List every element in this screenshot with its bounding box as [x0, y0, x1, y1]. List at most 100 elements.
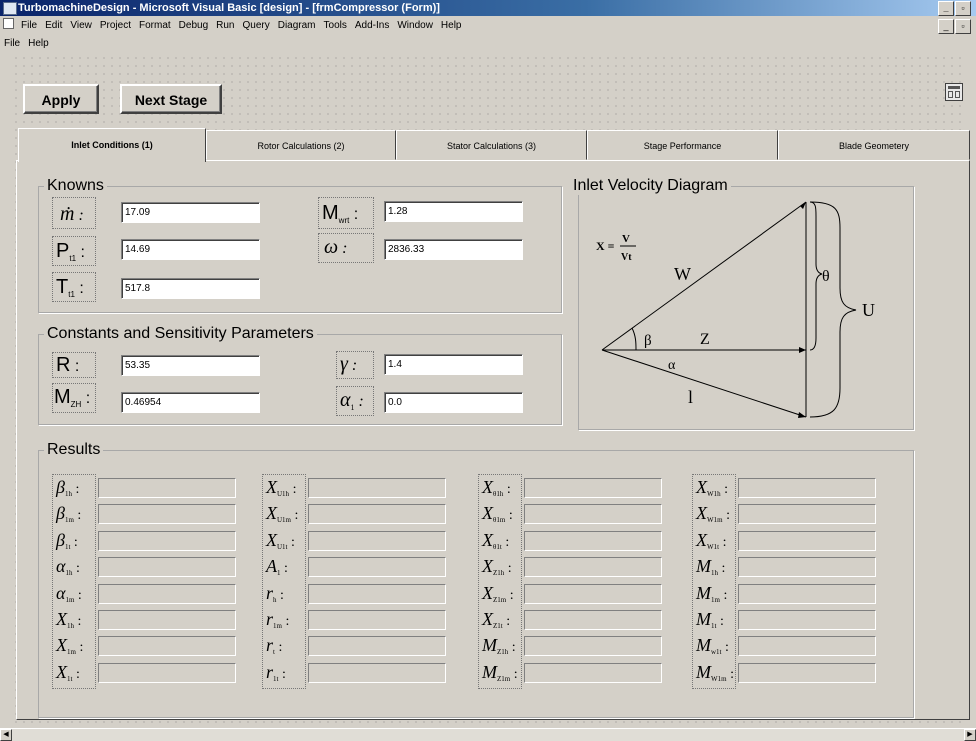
form-menu-item[interactable]: File — [0, 38, 24, 49]
ide-menu-item[interactable]: Diagram — [274, 20, 320, 31]
result-symbol: r — [266, 635, 274, 656]
window-title-bar: TurbomachineDesign - Microsoft Visual Ba… — [0, 0, 976, 16]
next-stage-button[interactable]: Next Stage — [120, 84, 222, 114]
result-label: A1 : — [266, 556, 288, 578]
gamma-field[interactable]: 1.4 — [384, 354, 523, 375]
constants-title: Constants and Sensitivity Parameters — [44, 325, 317, 343]
one-vector-line — [601, 349, 807, 418]
ide-menu-item[interactable]: Help — [437, 20, 466, 31]
result-output-field — [738, 636, 876, 657]
result-symbol: X — [56, 661, 67, 682]
omega-field[interactable]: 2836.33 — [384, 239, 523, 260]
label-alpha1: α1 : — [340, 389, 364, 412]
result-symbol: X — [482, 503, 493, 524]
result-symbol: M — [696, 582, 711, 603]
m-dot-field[interactable]: 17.09 — [121, 202, 260, 223]
label-r: R : — [56, 354, 80, 376]
result-output-field — [524, 530, 662, 551]
horizontal-scrollbar[interactable]: ◀ ▶ — [0, 728, 976, 741]
tab-inlet-conditions[interactable]: Inlet Conditions (1) — [18, 128, 206, 162]
result-symbol: M — [482, 661, 497, 682]
label-pt1: Pt1 : — [56, 240, 85, 263]
result-subscript: W1h — [707, 490, 721, 498]
ide-menu-item[interactable]: Tools — [320, 20, 351, 31]
result-symbol: M — [696, 635, 711, 656]
result-symbol: X — [482, 582, 493, 603]
child-minimize-button[interactable]: _ — [938, 19, 954, 34]
tt1-field[interactable]: 517.8 — [121, 278, 260, 299]
result-symbol: M — [696, 556, 711, 577]
ide-menu-item[interactable]: File — [17, 20, 41, 31]
form-menu-bar: File Help — [0, 35, 976, 51]
result-output-field — [98, 478, 236, 498]
ide-menu-item[interactable]: Run — [212, 20, 238, 31]
result-output-field — [98, 504, 236, 525]
result-label: r1t : — [266, 661, 286, 683]
result-output-field — [738, 583, 876, 604]
m-wrel-field[interactable]: 1.28 — [384, 201, 523, 222]
result-symbol: X — [266, 477, 277, 497]
result-output-field — [308, 557, 446, 578]
ide-menu-item[interactable]: Edit — [41, 20, 66, 31]
one-arrowhead — [798, 412, 806, 418]
result-label: Xθ1h : — [482, 477, 511, 498]
result-symbol: r — [266, 609, 274, 629]
pt1-field[interactable]: 14.69 — [121, 239, 260, 260]
label-omega: ω : — [324, 236, 348, 258]
result-output-field — [98, 557, 236, 578]
tab-blade-geometery[interactable]: Blade Geometery — [778, 130, 970, 160]
result-output-field — [738, 557, 876, 578]
label-tt1: Tt1 : — [56, 276, 84, 299]
tab-stage-performance[interactable]: Stage Performance — [587, 130, 778, 160]
formula-denominator: Vt — [621, 252, 632, 263]
scroll-right-icon[interactable]: ▶ — [964, 729, 976, 741]
result-symbol: X — [56, 609, 67, 629]
formula-x: X = — [596, 239, 615, 253]
result-label: XZ1m : — [482, 582, 514, 604]
child-restore-button[interactable]: ▫ — [955, 19, 971, 34]
label-theta: θ — [822, 268, 830, 285]
label-m-wrel: Mwrt : — [322, 202, 359, 225]
ide-menu-item[interactable]: Project — [96, 20, 135, 31]
result-subscript: 1m — [67, 648, 76, 657]
apply-button[interactable]: Apply — [23, 84, 99, 114]
result-output-field — [524, 478, 662, 498]
restore-button[interactable]: ▫ — [955, 1, 971, 16]
ide-menu-item[interactable]: View — [66, 20, 96, 31]
result-subscript: 1h — [711, 569, 718, 578]
m-zh-field[interactable]: 0.46954 — [121, 392, 260, 413]
result-symbol: X — [482, 529, 493, 550]
minimize-button[interactable]: _ — [938, 1, 954, 16]
ide-menu-item[interactable]: Window — [393, 20, 437, 31]
result-label: rt : — [266, 635, 283, 657]
result-output-field — [308, 662, 446, 683]
result-subscript: U1m — [277, 516, 291, 525]
result-label: XZ1h : — [482, 556, 512, 578]
result-label: MZ1m : — [482, 661, 518, 683]
ide-menu-item[interactable]: Debug — [175, 20, 212, 31]
form-layout-icon[interactable] — [945, 83, 963, 101]
result-subscript: Z1t — [493, 622, 503, 630]
ide-menu-item[interactable]: Format — [135, 20, 175, 31]
result-subscript: θ1m — [493, 516, 506, 525]
results-title: Results — [44, 441, 104, 459]
r-field[interactable]: 53.35 — [121, 355, 260, 376]
result-symbol: β — [56, 503, 65, 524]
result-label: MW1m : — [696, 661, 734, 683]
result-label: M1t : — [696, 609, 724, 630]
result-output-field — [524, 557, 662, 578]
result-output-field — [738, 662, 876, 683]
tab-rotor-calculations[interactable]: Rotor Calculations (2) — [206, 130, 396, 160]
form-menu-item[interactable]: Help — [24, 38, 53, 49]
result-output-field — [308, 610, 446, 630]
scroll-left-icon[interactable]: ◀ — [0, 729, 12, 741]
result-output-field — [738, 610, 876, 630]
tab-stator-calculations[interactable]: Stator Calculations (3) — [396, 130, 587, 160]
result-subscript: U1t — [277, 542, 288, 551]
result-output-field — [98, 610, 236, 630]
ide-menu-item[interactable]: Add-Ins — [351, 20, 393, 31]
ide-menu-item[interactable]: Query — [238, 20, 273, 31]
result-label: XU1m : — [266, 503, 299, 525]
alpha1-field[interactable]: 0.0 — [384, 392, 523, 413]
result-output-field — [524, 636, 662, 657]
